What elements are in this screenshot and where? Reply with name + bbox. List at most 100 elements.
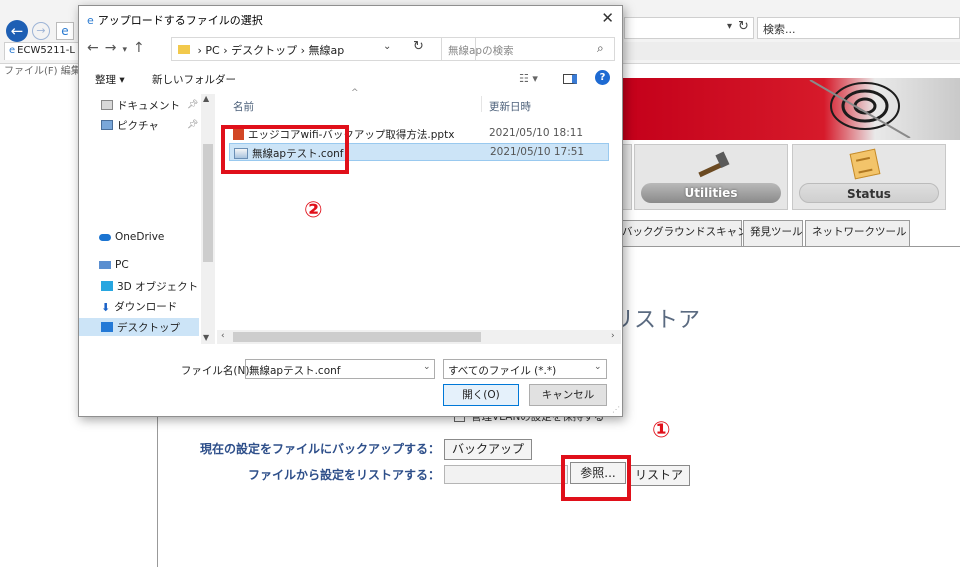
- nav-item-label: ダウンロード: [114, 301, 178, 313]
- back-arrow-icon[interactable]: ←: [6, 20, 28, 42]
- tab-network-tools[interactable]: ネットワークツール: [805, 220, 910, 246]
- pin-icon[interactable]: 📌︎: [187, 120, 198, 130]
- step-number-1: ①: [652, 418, 671, 443]
- filename-label: ファイル名(N):: [180, 365, 253, 377]
- hscroll-thumb[interactable]: [233, 332, 481, 342]
- open-button[interactable]: 開く(O): [443, 384, 519, 406]
- ie-tab-icon: e: [9, 45, 16, 56]
- dialog-nav-buttons: ←→▾↑: [87, 40, 151, 56]
- tab-background-scan[interactable]: バックグラウンドスキャン: [615, 220, 748, 246]
- browser-search-input[interactable]: 検索...: [757, 17, 960, 39]
- up-icon[interactable]: ↑: [133, 40, 151, 56]
- preview-pane-icon[interactable]: [563, 74, 577, 84]
- sort-caret-icon: ^: [351, 88, 359, 98]
- help-icon[interactable]: ?: [595, 70, 610, 85]
- documents-icon: [101, 100, 113, 110]
- forward-arrow-icon[interactable]: →: [32, 22, 50, 40]
- scroll-right-icon[interactable]: ›: [611, 331, 615, 341]
- search-icon[interactable]: ⌕: [597, 41, 604, 56]
- restore-button[interactable]: リストア: [628, 465, 690, 486]
- view-options-icon[interactable]: ☷ ▾: [519, 72, 538, 85]
- nav-item-desktop[interactable]: デスクトップ: [101, 320, 180, 335]
- nav-item-pictures[interactable]: ピクチャ: [101, 118, 159, 133]
- scroll-left-icon[interactable]: ‹: [221, 331, 225, 341]
- nav-scroll-thumb[interactable]: [203, 144, 213, 262]
- restore-label: ファイルから設定をリストアする：: [247, 468, 440, 482]
- notepad-icon: [849, 148, 881, 180]
- path-segment-desktop[interactable]: デスクトップ: [231, 44, 297, 57]
- column-separator[interactable]: [481, 96, 482, 112]
- cancel-button[interactable]: キャンセル: [529, 384, 607, 406]
- callout-box-browse: [561, 455, 631, 501]
- hammer-icon: [698, 151, 730, 178]
- column-header-date[interactable]: 更新日時: [489, 99, 531, 114]
- callout-box-file: [221, 125, 349, 174]
- organize-menu[interactable]: 整理 ▾: [95, 72, 125, 87]
- filetype-select[interactable]: すべてのファイル (*.*): [443, 359, 607, 379]
- backup-button[interactable]: バックアップ: [444, 439, 532, 460]
- pictures-icon: [101, 120, 113, 130]
- browser-tab[interactable]: e ECW5211-L: [4, 42, 84, 60]
- column-header-name[interactable]: 名前: [233, 99, 254, 114]
- path-sep-icon: ›: [297, 44, 309, 57]
- nav-item-label: デスクトップ: [117, 322, 180, 334]
- nav-item-downloads[interactable]: ⬇ ダウンロード: [101, 299, 177, 314]
- nav-item-label: PC: [115, 259, 129, 271]
- browser-menu-bar[interactable]: ファイル(F) 編集: [4, 62, 81, 77]
- close-icon[interactable]: ✕: [601, 9, 614, 27]
- filetype-dropdown-icon[interactable]: ⌄: [594, 362, 602, 372]
- file-date: 2021/05/10 17:51: [490, 146, 585, 158]
- file-upload-dialog: e アップロードするファイルの選択 ✕ ←→▾↑ › PC › デスクトップ › …: [78, 5, 623, 417]
- dialog-path-bar[interactable]: › PC › デスクトップ › 無線ap: [171, 37, 476, 61]
- path-sep-icon: ›: [194, 44, 206, 57]
- recent-dropdown-icon[interactable]: ▾: [122, 45, 133, 55]
- restore-file-path-input[interactable]: [444, 465, 568, 484]
- ie-site-icon: e: [56, 22, 74, 40]
- file-date: 2021/05/10 18:11: [489, 127, 584, 139]
- status-button-label: Status: [799, 183, 939, 203]
- ie-dialog-icon: e: [87, 14, 94, 27]
- refresh-icon[interactable]: ↻: [413, 39, 424, 54]
- nav-item-pc[interactable]: PC: [99, 259, 129, 271]
- address-bar[interactable]: [624, 17, 754, 39]
- 3d-objects-icon: [101, 281, 113, 291]
- step-number-2: ②: [304, 198, 323, 223]
- filename-dropdown-icon[interactable]: ⌄: [423, 362, 431, 372]
- nav-item-3d-objects[interactable]: 3D オブジェクト: [101, 279, 198, 294]
- refresh-icon[interactable]: ↻: [738, 19, 749, 34]
- scroll-up-icon[interactable]: ▲: [203, 94, 209, 103]
- resize-grip-icon[interactable]: ⋰: [612, 405, 620, 414]
- nav-item-documents[interactable]: ドキュメント: [101, 98, 180, 113]
- path-segment-folder[interactable]: 無線ap: [309, 44, 345, 57]
- tab-strip: [624, 42, 960, 60]
- path-sep-icon: ›: [219, 44, 232, 57]
- nav-item-onedrive[interactable]: OneDrive: [99, 231, 164, 243]
- download-icon: ⬇: [101, 301, 111, 314]
- folder-icon: [178, 45, 190, 54]
- antenna-logo-icon: [809, 80, 911, 138]
- browser-tab-label: ECW5211-L: [17, 45, 75, 56]
- filename-input[interactable]: 無線apテスト.conf: [245, 359, 435, 379]
- pc-icon: [99, 261, 111, 269]
- desktop-icon: [101, 322, 113, 332]
- new-folder-button[interactable]: 新しいフォルダー: [152, 72, 236, 87]
- address-dropdown-icon[interactable]: ▾: [727, 21, 732, 32]
- nav-item-label: ドキュメント: [117, 100, 180, 112]
- dialog-search-input[interactable]: 無線apの検索: [441, 37, 615, 61]
- forward-icon[interactable]: →: [105, 40, 123, 56]
- onedrive-icon: [99, 234, 111, 241]
- nav-item-label: OneDrive: [115, 231, 165, 243]
- scroll-down-icon[interactable]: ▼: [203, 333, 209, 342]
- pin-icon[interactable]: 📌︎: [187, 100, 198, 110]
- nav-item-label: 3D オブジェクト: [117, 281, 199, 293]
- nav-item-label: ピクチャ: [117, 120, 159, 132]
- backup-label: 現在の設定をファイルにバックアップする：: [200, 442, 441, 456]
- back-icon[interactable]: ←: [87, 40, 105, 56]
- utilities-button-label: Utilities: [641, 183, 781, 203]
- path-dropdown-icon[interactable]: ⌄: [383, 41, 391, 52]
- tab-discovery-tools[interactable]: 発見ツール: [743, 220, 803, 246]
- path-segment-pc[interactable]: PC: [205, 44, 219, 57]
- dialog-title: e アップロードするファイルの選択: [87, 12, 263, 28]
- dialog-title-text: アップロードするファイルの選択: [97, 14, 263, 27]
- page-heading-restore: リストア: [612, 308, 701, 333]
